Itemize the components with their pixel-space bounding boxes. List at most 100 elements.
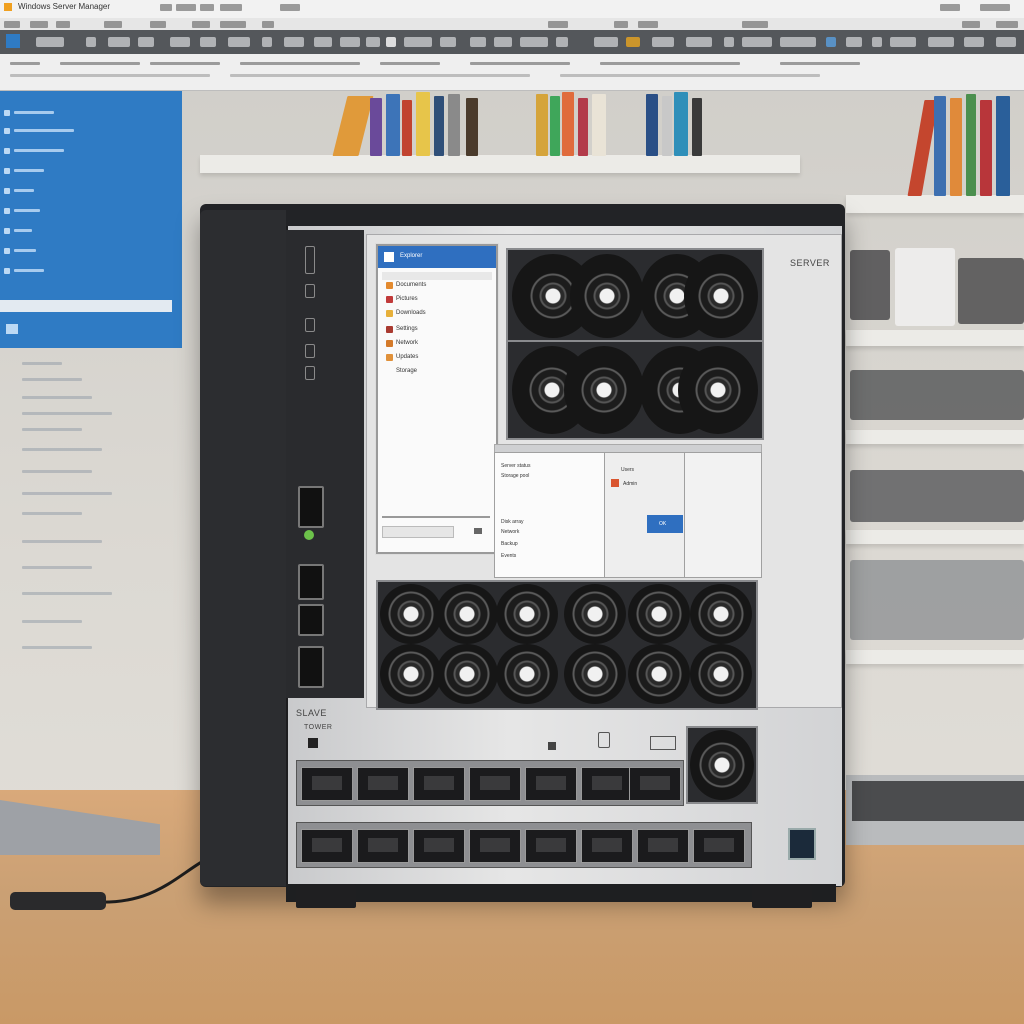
- status-led: [305, 366, 315, 380]
- list-item: Events: [501, 553, 517, 559]
- status-window[interactable]: Server status Storage pool Disk array Ne…: [494, 452, 606, 578]
- drive-bay[interactable]: [469, 767, 521, 801]
- app-icon: [4, 3, 12, 11]
- shelf-right-3: [846, 430, 1024, 444]
- shelf-item: [850, 370, 1024, 420]
- button[interactable]: [598, 732, 610, 748]
- window-title: Windows Server Manager: [18, 2, 111, 11]
- window-titlebar: Explorer: [378, 246, 496, 268]
- list-item[interactable]: Settings: [396, 326, 418, 332]
- drive-bay[interactable]: [581, 767, 633, 801]
- list-item: Storage pool: [501, 473, 530, 479]
- laptop-right: [846, 775, 1024, 845]
- status-led: [305, 344, 315, 358]
- list-item[interactable]: Updates: [396, 354, 418, 360]
- fan-icon: [690, 584, 752, 644]
- drive-bay[interactable]: [525, 767, 577, 801]
- power-led: [304, 530, 314, 540]
- shelf-item: [850, 250, 890, 320]
- shelf-item: [850, 560, 1024, 640]
- fan-bay-small: [686, 726, 758, 804]
- explorer-window[interactable]: Explorer Documents Pictures Downloads Se…: [376, 244, 498, 554]
- usb-port-icon[interactable]: [298, 646, 324, 688]
- fan-icon: [496, 644, 558, 704]
- drive-bay[interactable]: [357, 829, 409, 863]
- drive-bay[interactable]: [301, 829, 353, 863]
- fan-icon: [570, 254, 644, 338]
- window-title: Explorer: [400, 253, 423, 259]
- button[interactable]: [548, 742, 556, 750]
- toolbar: [0, 30, 1024, 54]
- drive-bay[interactable]: [637, 829, 689, 863]
- background-window: [0, 90, 182, 348]
- fan-icon: [436, 644, 498, 704]
- folder-icon: [386, 340, 393, 347]
- power-icon[interactable]: [788, 828, 816, 860]
- status-led: [305, 284, 315, 298]
- shelf-right-5: [846, 650, 1024, 664]
- folder-icon: [386, 282, 393, 289]
- list-item[interactable]: Pictures: [396, 296, 418, 302]
- usb-port-icon[interactable]: [298, 604, 324, 636]
- fan-icon: [690, 730, 754, 800]
- list-item[interactable]: Network: [396, 340, 418, 346]
- home-button[interactable]: [6, 34, 20, 48]
- fan-bay-lower: [376, 580, 758, 710]
- chassis-side-panel: [200, 210, 286, 886]
- status-led: [305, 318, 315, 332]
- drive-bay[interactable]: [629, 767, 681, 801]
- folder-icon: [384, 252, 394, 262]
- books: [332, 92, 720, 156]
- folder-icon: [386, 296, 393, 303]
- avatar: [611, 479, 619, 487]
- bookshelf-top: [200, 155, 800, 173]
- fan-icon: [564, 584, 626, 644]
- list-item[interactable]: Downloads: [396, 310, 426, 316]
- address-bar: [0, 54, 1024, 91]
- window-header: Users: [621, 467, 635, 473]
- list-item[interactable]: Storage: [396, 368, 417, 374]
- users-window[interactable]: Users Admin OK: [604, 452, 686, 578]
- fan-icon: [564, 346, 644, 434]
- list-item[interactable]: Documents: [396, 282, 426, 288]
- usb-cable: [10, 853, 216, 910]
- fan-icon: [628, 584, 690, 644]
- shelf-item: [850, 470, 1024, 522]
- drive-bay[interactable]: [413, 829, 465, 863]
- drive-bay[interactable]: [525, 829, 577, 863]
- port[interactable]: [650, 736, 676, 750]
- drive-bay[interactable]: [581, 829, 633, 863]
- drive-bay[interactable]: [693, 829, 745, 863]
- fan-icon: [496, 584, 558, 644]
- fan-icon: [690, 644, 752, 704]
- menu-bar: Windows Server Manager: [0, 0, 1024, 31]
- list-item: Backup: [501, 541, 518, 547]
- chassis-foot: [752, 884, 812, 908]
- power-icon[interactable]: [308, 738, 318, 748]
- fan-icon: [678, 346, 758, 434]
- user-name: Admin: [623, 481, 638, 487]
- fan-icon: [684, 254, 758, 338]
- shelf-item: [958, 258, 1024, 324]
- drive-bay[interactable]: [301, 767, 353, 801]
- fan-icon: [564, 644, 626, 704]
- usb-port-icon[interactable]: [298, 486, 324, 528]
- usb-port-icon[interactable]: [298, 564, 324, 600]
- fan-bay-middle: [506, 340, 764, 440]
- list-item: Server status: [501, 463, 531, 469]
- ok-button[interactable]: OK: [647, 515, 683, 533]
- drive-bay[interactable]: [413, 767, 465, 801]
- fan-icon: [380, 584, 442, 644]
- shelf-right-1: [846, 195, 1024, 213]
- books-right: [907, 92, 1024, 196]
- drive-bay[interactable]: [357, 767, 409, 801]
- brand-sublabel: TOWER: [304, 724, 333, 731]
- chassis-foot: [296, 884, 356, 908]
- shelf-right-4: [846, 530, 1024, 544]
- fan-icon: [436, 584, 498, 644]
- drive-bay[interactable]: [469, 829, 521, 863]
- fan-bay-upper: [506, 248, 764, 344]
- folder-icon: [386, 326, 393, 333]
- folder-icon: [386, 354, 393, 361]
- list-item: Network: [501, 529, 520, 535]
